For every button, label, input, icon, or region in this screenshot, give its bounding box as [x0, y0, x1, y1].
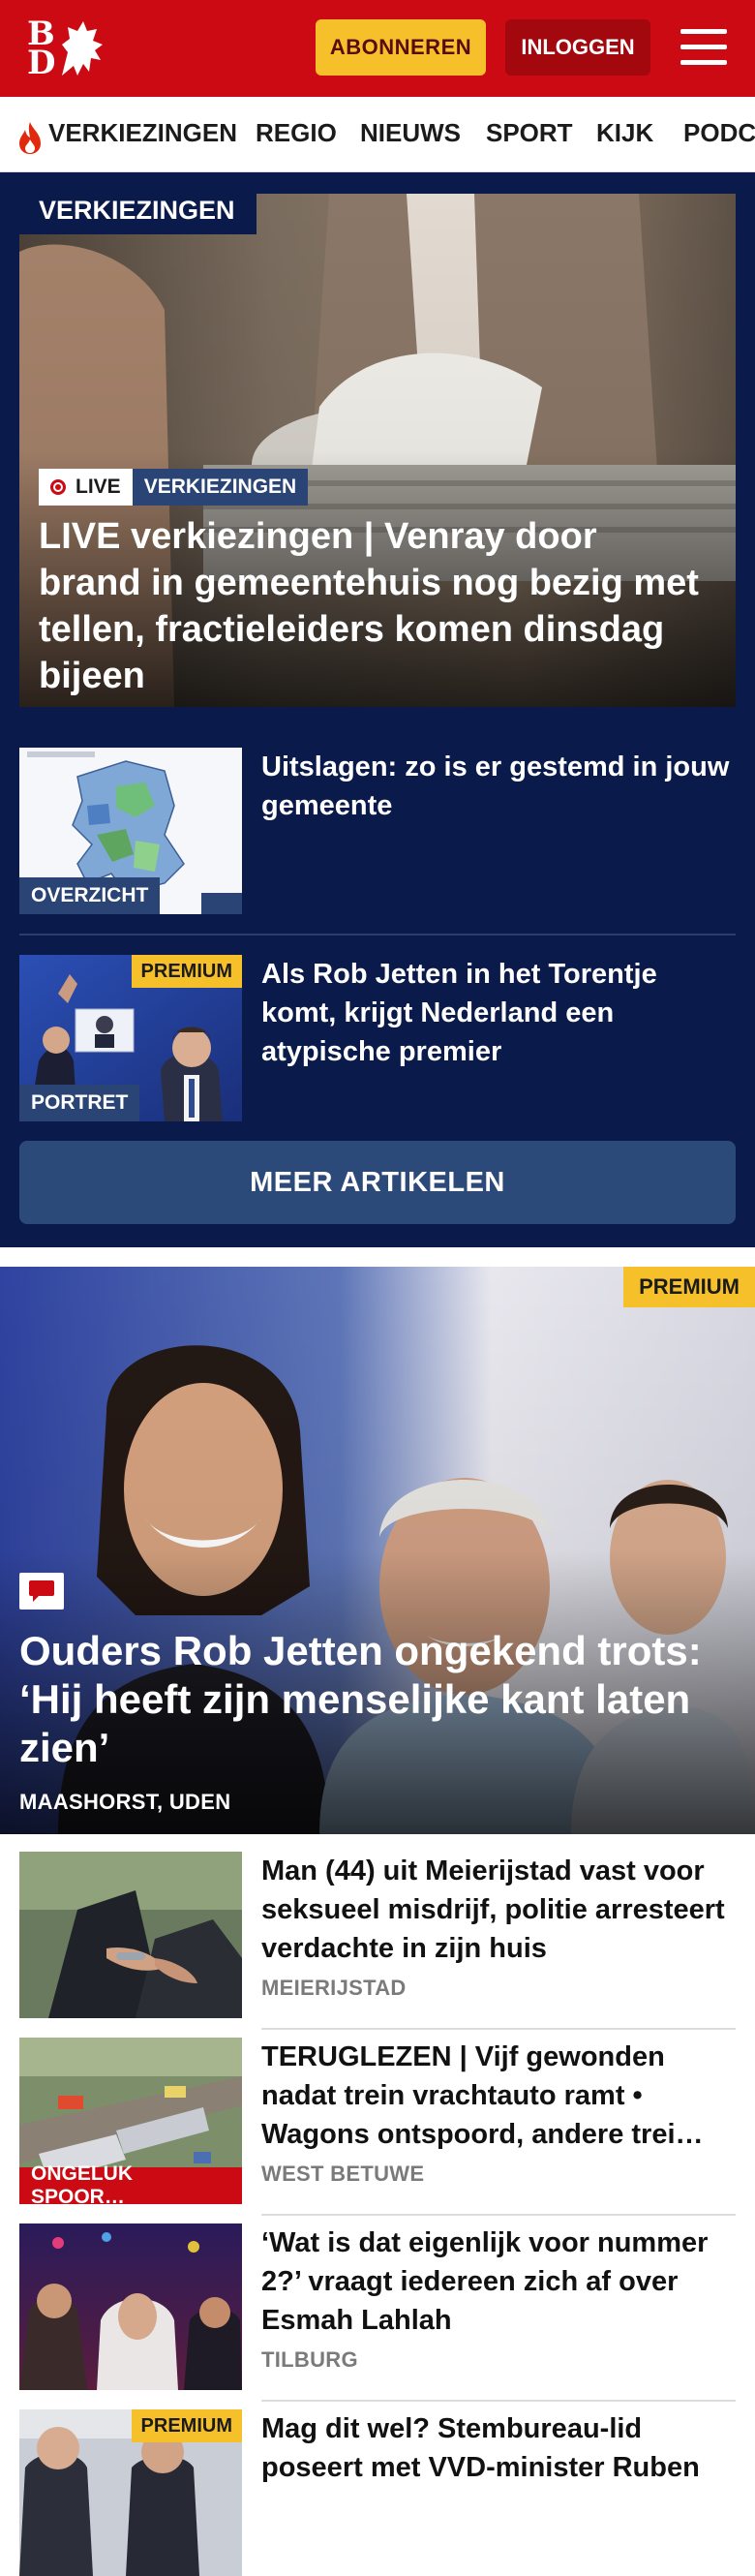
news-headline[interactable]: Man (44) uit Meierijstad vast voor seksu…: [261, 1852, 736, 1968]
news-item[interactable]: ‘Wat is dat eigenlijk voor nummer 2?’ vr…: [19, 2223, 736, 2390]
article-thumbnail: OVERZICHT: [19, 748, 242, 914]
hamburger-icon[interactable]: [678, 25, 730, 70]
comment-icon[interactable]: [19, 1573, 64, 1613]
live-dot-icon: [50, 479, 66, 495]
premium-badge: PREMIUM: [131, 2409, 242, 2442]
brand-logo[interactable]: B D: [25, 17, 112, 81]
news-thumbnail: [19, 2223, 242, 2390]
news-location: WEST BETUWE: [261, 2162, 425, 2186]
nav-item-kijk[interactable]: KIJK: [596, 118, 653, 148]
divider: [261, 2400, 736, 2402]
article-thumbnail: PREMIUM PORTRET: [19, 955, 242, 1121]
news-item[interactable]: ONGELUK SPOOR… TERUGLEZEN | Vijf gewonde…: [19, 2038, 736, 2204]
article-label: PORTRET: [19, 1085, 140, 1121]
main-nav: VERKIEZINGEN REGIO NIEUWS SPORT KIJK POD…: [0, 97, 755, 172]
premium-badge: PREMIUM: [623, 1267, 755, 1307]
news-headline[interactable]: TERUGLEZEN | Vijf gewonden nadat trein v…: [261, 2038, 736, 2154]
nav-item-regio[interactable]: REGIO: [256, 118, 337, 148]
feature-location: MAASHORST, UDEN: [19, 1790, 231, 1814]
news-label: ONGELUK SPOOR…: [19, 2162, 242, 2204]
live-badge: LIVE: [39, 469, 133, 506]
feature-article[interactable]: PREMIUM Ouders Rob Jetten ongekend trots…: [0, 1267, 755, 1834]
nav-item-sport[interactable]: SPORT: [486, 118, 573, 148]
news-thumbnail: ONGELUK SPOOR…: [19, 2038, 242, 2204]
section-tag[interactable]: VERKIEZINGEN: [19, 188, 257, 234]
news-headline[interactable]: Mag dit wel? Stembureau-lid poseert met …: [261, 2409, 736, 2487]
news-location: TILBURG: [261, 2347, 358, 2372]
news-location: MEIERIJSTAD: [261, 1976, 407, 2000]
category-badge: VERKIEZINGEN: [132, 469, 309, 506]
logo-letter-bottom: D: [27, 44, 56, 82]
news-thumbnail: PREMIUM: [19, 2409, 242, 2576]
article-label: OVERZICHT: [19, 877, 161, 914]
news-item[interactable]: PREMIUM Mag dit wel? Stembureau-lid pose…: [19, 2409, 736, 2576]
premium-badge: PREMIUM: [131, 955, 242, 988]
nav-item-nieuws[interactable]: NIEUWS: [360, 118, 461, 148]
lion-icon: [62, 21, 103, 76]
divider: [261, 2028, 736, 2030]
more-articles-button[interactable]: MEER ARTIKELEN: [19, 1141, 736, 1224]
login-button[interactable]: INLOGGEN: [505, 19, 650, 76]
hero-badges: LIVE VERKIEZINGEN: [39, 469, 309, 506]
crowd-image: [19, 2223, 242, 2390]
news-thumbnail: [19, 1852, 242, 2018]
news-headline[interactable]: ‘Wat is dat eigenlijk voor nummer 2?’ vr…: [261, 2223, 736, 2340]
article-headline[interactable]: Als Rob Jetten in het Torentje komt, kri…: [261, 955, 736, 1071]
flame-icon: [19, 122, 41, 154]
divider: [19, 934, 736, 935]
election-article[interactable]: PREMIUM PORTRET Als Rob Jetten in het To…: [19, 955, 736, 1121]
subscribe-button[interactable]: ABONNEREN: [316, 19, 486, 76]
live-label: LIVE: [76, 475, 121, 498]
nav-item-podcasts[interactable]: PODCASTS: [683, 118, 755, 148]
feature-headline[interactable]: Ouders Rob Jetten ongekend trots: ‘Hij h…: [19, 1627, 736, 1772]
top-header: B D ABONNEREN INLOGGEN: [0, 0, 755, 97]
election-section: VERKIEZINGEN LIVE VERKIEZINGEN LIVE verk…: [0, 172, 755, 1247]
election-article[interactable]: OVERZICHT Uitslagen: zo is er gestemd in…: [19, 748, 736, 914]
hero-headline[interactable]: LIVE verkiezingen | Venray door brand in…: [39, 513, 707, 699]
nav-item-verkiezingen[interactable]: VERKIEZINGEN: [48, 118, 237, 148]
news-item[interactable]: Man (44) uit Meierijstad vast voor seksu…: [19, 1852, 736, 2018]
arrest-image: [19, 1852, 242, 2018]
article-headline[interactable]: Uitslagen: zo is er gestemd in jouw geme…: [261, 748, 736, 825]
divider: [261, 2214, 736, 2216]
